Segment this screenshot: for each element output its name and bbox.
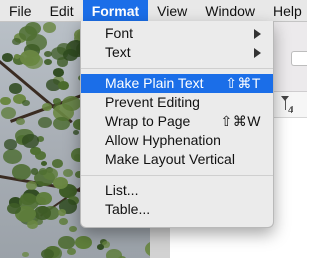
menu-item-label: Prevent Editing xyxy=(105,94,200,110)
leaf xyxy=(57,208,67,216)
leaf xyxy=(74,235,92,250)
menu-item-label: Allow Hyphenation xyxy=(105,132,221,148)
leaf xyxy=(18,25,38,41)
leaf xyxy=(96,243,104,250)
menu-item-label: List... xyxy=(105,182,139,198)
leaf xyxy=(30,168,39,175)
ruler-marker xyxy=(285,100,286,110)
menu-item-label: Make Plain Text xyxy=(105,75,204,91)
leaf xyxy=(61,95,81,111)
menu-file[interactable]: File xyxy=(0,0,41,22)
menu-item-font[interactable]: Font xyxy=(81,24,273,43)
menu-item-label: Wrap to Page xyxy=(105,113,191,129)
submenu-arrow-icon xyxy=(254,48,261,58)
leaf xyxy=(11,164,32,180)
menu-edit[interactable]: Edit xyxy=(41,0,83,22)
menu-item-allow-hyphenation[interactable]: Allow Hyphenation xyxy=(81,131,273,150)
menu-item-make-layout-vertical[interactable]: Make Layout Vertical xyxy=(81,150,273,169)
menu-item-list[interactable]: List... xyxy=(81,181,273,200)
menu-item-label: Table... xyxy=(105,201,151,217)
menu-help[interactable]: Help xyxy=(264,0,307,22)
menu-item-make-plain-text[interactable]: Make Plain Text ⇧⌘T xyxy=(81,74,273,93)
menu-item-shortcut: ⇧⌘W xyxy=(220,113,261,129)
leaf xyxy=(37,116,52,129)
screen: 4 File Edit Format View Window Help Font… xyxy=(0,0,307,258)
leaf xyxy=(8,82,23,94)
menu-item-shortcut: ⇧⌘T xyxy=(225,75,261,91)
leaf xyxy=(33,206,51,220)
leaf xyxy=(58,80,70,90)
toolbar-checkbox[interactable] xyxy=(291,51,307,66)
leaf xyxy=(24,53,44,69)
menu-item-text[interactable]: Text xyxy=(81,43,273,62)
menu-item-label: Make Layout Vertical xyxy=(105,151,235,167)
leaf xyxy=(22,134,39,148)
leaf xyxy=(38,168,47,175)
leaf xyxy=(41,103,52,112)
menu-item-label: Font xyxy=(105,25,134,41)
submenu-arrow-icon xyxy=(254,29,261,39)
leaf xyxy=(6,202,21,215)
leaf xyxy=(4,139,18,150)
menu-item-wrap-to-page[interactable]: Wrap to Page ⇧⌘W xyxy=(81,112,273,131)
menu-view[interactable]: View xyxy=(148,0,196,22)
menu-item-label: Text xyxy=(105,44,131,60)
format-menu: Font Text Make Plain Text ⇧⌘T Prevent Ed… xyxy=(80,21,274,228)
menu-format[interactable]: Format xyxy=(82,0,149,22)
menu-window[interactable]: Window xyxy=(196,0,264,22)
leaf xyxy=(42,22,56,33)
leaf xyxy=(51,158,64,168)
menu-separator xyxy=(81,175,273,176)
leaf xyxy=(40,248,54,258)
menu-separator xyxy=(81,68,273,69)
leaf xyxy=(22,99,30,106)
menu-item-prevent-editing[interactable]: Prevent Editing xyxy=(81,93,273,112)
leaf xyxy=(2,52,14,62)
ruler-number: 4 xyxy=(288,105,294,115)
leaf xyxy=(26,181,38,190)
menu-item-table[interactable]: Table... xyxy=(81,200,273,219)
menu-bar: File Edit Format View Window Help xyxy=(0,0,307,22)
leaf xyxy=(20,192,36,206)
